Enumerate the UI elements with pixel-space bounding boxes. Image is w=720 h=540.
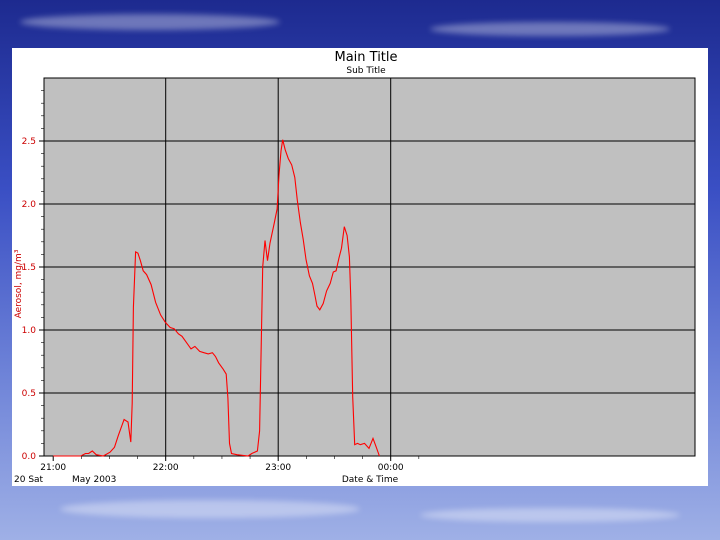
background-streak — [20, 14, 280, 30]
x-tick-label: 00:00 — [378, 463, 404, 473]
background-streak — [430, 22, 670, 36]
x-tick-label: 23:00 — [265, 463, 291, 473]
x-tick-label: 22:00 — [153, 463, 179, 473]
background-streak — [420, 508, 680, 522]
y-tick-label: 2.5 — [22, 137, 36, 147]
background-streak — [60, 500, 360, 518]
date-label-day: 20 Sat — [14, 475, 44, 485]
x-tick-label: 21:00 — [40, 463, 66, 473]
chart-title: Main Title — [334, 50, 397, 65]
chart-panel: Main Title Sub Title 0.0 0.5 1.0 1.5 2.0 2.5 2… — [12, 48, 708, 486]
y-tick-label: 0.5 — [22, 389, 36, 399]
y-axis-label: Aerosol, mg/m³ — [14, 249, 24, 318]
y-tick-label: 0.0 — [22, 452, 37, 462]
x-axis-label: Date & Time — [342, 475, 399, 485]
chart-subtitle: Sub Title — [346, 66, 386, 76]
line-chart: Main Title Sub Title 0.00.51.01.52.02.52… — [14, 50, 696, 485]
date-label-month: May 2003 — [72, 475, 116, 485]
y-tick-label: 2.0 — [22, 200, 37, 210]
y-tick-label: 1.0 — [22, 326, 37, 336]
